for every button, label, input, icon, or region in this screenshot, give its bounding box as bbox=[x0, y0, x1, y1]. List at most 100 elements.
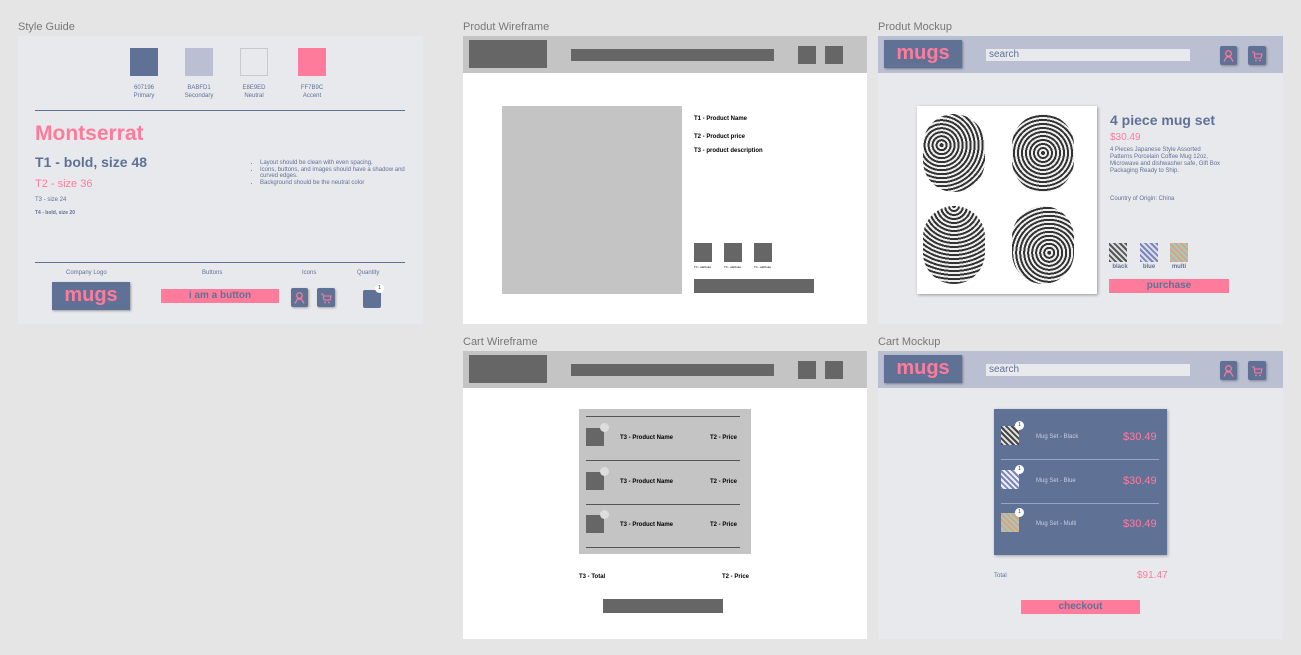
cart-wireframe-frame: T3 - Product Name T2 - Price T3 - Produc… bbox=[463, 351, 867, 639]
font-name: Montserrat bbox=[35, 122, 144, 145]
cm-cart-list: 1 Mug Set - Black $30.49 1 Mug Set - Blu… bbox=[994, 409, 1167, 555]
product-wireframe-title: Produt Wireframe bbox=[463, 21, 550, 33]
option-multi-thumb[interactable] bbox=[1170, 243, 1188, 262]
swatch-label-primary: 607196 Primary bbox=[133, 85, 155, 99]
wf-checkout-button bbox=[603, 599, 723, 613]
wf-search-placeholder bbox=[571, 364, 774, 376]
wf-item-name: T3 - Product Name bbox=[620, 479, 674, 485]
t2-sample: T2 - size 36 bbox=[35, 178, 93, 190]
wf-qty-badge bbox=[600, 467, 609, 476]
wf-product-description: T3 - product description bbox=[694, 148, 763, 154]
cm-search-input[interactable]: search bbox=[986, 364, 1190, 376]
wf-product-price: T2 - Product price bbox=[694, 134, 746, 140]
t3-sample: T3 - size 24 bbox=[35, 197, 67, 203]
swatch-neutral bbox=[240, 48, 268, 76]
row-divider bbox=[586, 504, 740, 505]
wf-attribute-swatch bbox=[754, 243, 772, 262]
swatch-primary bbox=[130, 48, 158, 76]
pm-logo[interactable]: mugs bbox=[884, 40, 962, 68]
cm-total-label: Total bbox=[994, 573, 1007, 579]
wf-icon-placeholder bbox=[825, 46, 843, 64]
wf-total-label: T3 - Total bbox=[579, 574, 606, 580]
wf-logo-placeholder bbox=[469, 355, 547, 383]
swatch-accent bbox=[298, 48, 326, 76]
mug-image bbox=[923, 114, 985, 192]
cart-mockup-title: Cart Mockup bbox=[878, 336, 941, 348]
wf-attribute-swatch bbox=[694, 243, 712, 262]
cart-item-price: $30.49 bbox=[1123, 518, 1157, 530]
user-icon[interactable] bbox=[1220, 361, 1237, 380]
wf-search-placeholder bbox=[571, 49, 774, 61]
cart-item-price: $30.49 bbox=[1123, 431, 1157, 443]
cart-item-name: Mug Set - Blue bbox=[1036, 478, 1076, 484]
wf-qty-badge bbox=[600, 423, 609, 432]
row-divider bbox=[1001, 503, 1159, 504]
cart-item-qty-badge: 1 bbox=[1015, 508, 1024, 517]
row-divider bbox=[586, 547, 740, 548]
wf-item-price: T2 - Price bbox=[710, 435, 738, 441]
option-blue-label[interactable]: blue bbox=[1140, 264, 1158, 270]
checkout-button[interactable]: checkout bbox=[1021, 600, 1140, 614]
cart-wireframe-title: Cart Wireframe bbox=[463, 336, 538, 348]
cart-icon[interactable] bbox=[1248, 361, 1266, 380]
wf-item-name: T3 - Product Name bbox=[620, 435, 674, 441]
cart-item-qty-badge: 1 bbox=[1015, 421, 1024, 430]
cart-item-price: $30.49 bbox=[1123, 475, 1157, 487]
option-black-thumb[interactable] bbox=[1109, 243, 1127, 262]
mug-image bbox=[923, 206, 985, 284]
wf-total-price: T2 - Price bbox=[722, 574, 750, 580]
pm-search-input[interactable]: search bbox=[986, 49, 1190, 61]
wf-attribute-label: T4 - attribute bbox=[694, 265, 712, 269]
product-wireframe-frame: T1 - Product Name T2 - Product price T3 … bbox=[463, 36, 867, 324]
purchase-button[interactable]: purchase bbox=[1109, 279, 1229, 293]
row-divider bbox=[1001, 459, 1159, 460]
cart-item-qty-badge: 1 bbox=[1015, 465, 1024, 474]
option-black-label[interactable]: black bbox=[1109, 264, 1131, 270]
guideline-notes: Layout should be clean with even spacing… bbox=[248, 160, 410, 186]
style-guide-frame: 607196 Primary BABFD1 Secondary E8E9ED Neut… bbox=[18, 36, 423, 324]
divider bbox=[35, 110, 405, 111]
cart-icon[interactable] bbox=[317, 288, 335, 307]
divider bbox=[35, 262, 405, 263]
wf-attribute-label: T4 - attribute bbox=[754, 265, 772, 269]
company-logo: mugs bbox=[52, 282, 130, 310]
cart-icon[interactable] bbox=[1248, 46, 1266, 65]
wf-logo-placeholder bbox=[469, 40, 547, 68]
wf-item-price: T2 - Price bbox=[710, 479, 738, 485]
user-icon[interactable] bbox=[1220, 46, 1237, 65]
pm-product-title: 4 piece mug set bbox=[1110, 112, 1216, 128]
cart-mockup-frame: mugs search 1 Mug Set - Black $30.49 1 M… bbox=[878, 351, 1283, 639]
wf-purchase-button bbox=[694, 279, 814, 293]
wf-product-name: T1 - Product Name bbox=[694, 116, 748, 122]
swatch-label-secondary: BABFD1 Secondary bbox=[184, 85, 214, 99]
product-mockup-frame: mugs search 4 piece mug set $30.49 4 Pie… bbox=[878, 36, 1283, 324]
cm-logo[interactable]: mugs bbox=[884, 355, 962, 383]
sample-button[interactable]: i am a button bbox=[161, 289, 279, 303]
mug-image bbox=[1012, 206, 1074, 284]
option-multi-label[interactable]: multi bbox=[1170, 264, 1188, 270]
row-divider bbox=[586, 460, 740, 461]
user-icon[interactable] bbox=[291, 288, 308, 307]
pm-product-description: 4 Pieces Japanese Style Assorted Pattern… bbox=[1110, 147, 1221, 174]
cart-item-name: Mug Set - Multi bbox=[1036, 521, 1077, 527]
quantity-badge: 1 bbox=[375, 284, 384, 293]
swatch-label-neutral: E8E9ED Neutral bbox=[242, 85, 266, 99]
style-guide-title: Style Guide bbox=[18, 21, 75, 33]
wf-icon-placeholder bbox=[825, 361, 843, 379]
cm-total-price: $91.47 bbox=[1137, 570, 1168, 581]
wf-attribute-label: T4 - attribute bbox=[724, 265, 742, 269]
product-mockup-title: Produt Mockup bbox=[878, 21, 952, 33]
pm-product-image bbox=[917, 106, 1097, 294]
pm-product-price: $30.49 bbox=[1110, 132, 1141, 143]
swatch-secondary bbox=[185, 48, 213, 76]
note-item: Icons, buttons, and images should have a… bbox=[260, 167, 410, 180]
mug-image bbox=[1012, 114, 1074, 192]
wf-item-name: T3 - Product Name bbox=[620, 522, 674, 528]
wf-product-image bbox=[502, 106, 682, 294]
pm-origin: Country of Origin: China bbox=[1110, 196, 1175, 202]
label-icons: Icons bbox=[302, 270, 317, 276]
option-blue-thumb[interactable] bbox=[1140, 243, 1158, 262]
swatch-label-accent: FF7B9C Accent bbox=[300, 85, 324, 99]
t4-sample: T4 - bold, size 20 bbox=[35, 210, 76, 216]
t1-sample: T1 - bold, size 48 bbox=[35, 154, 148, 170]
